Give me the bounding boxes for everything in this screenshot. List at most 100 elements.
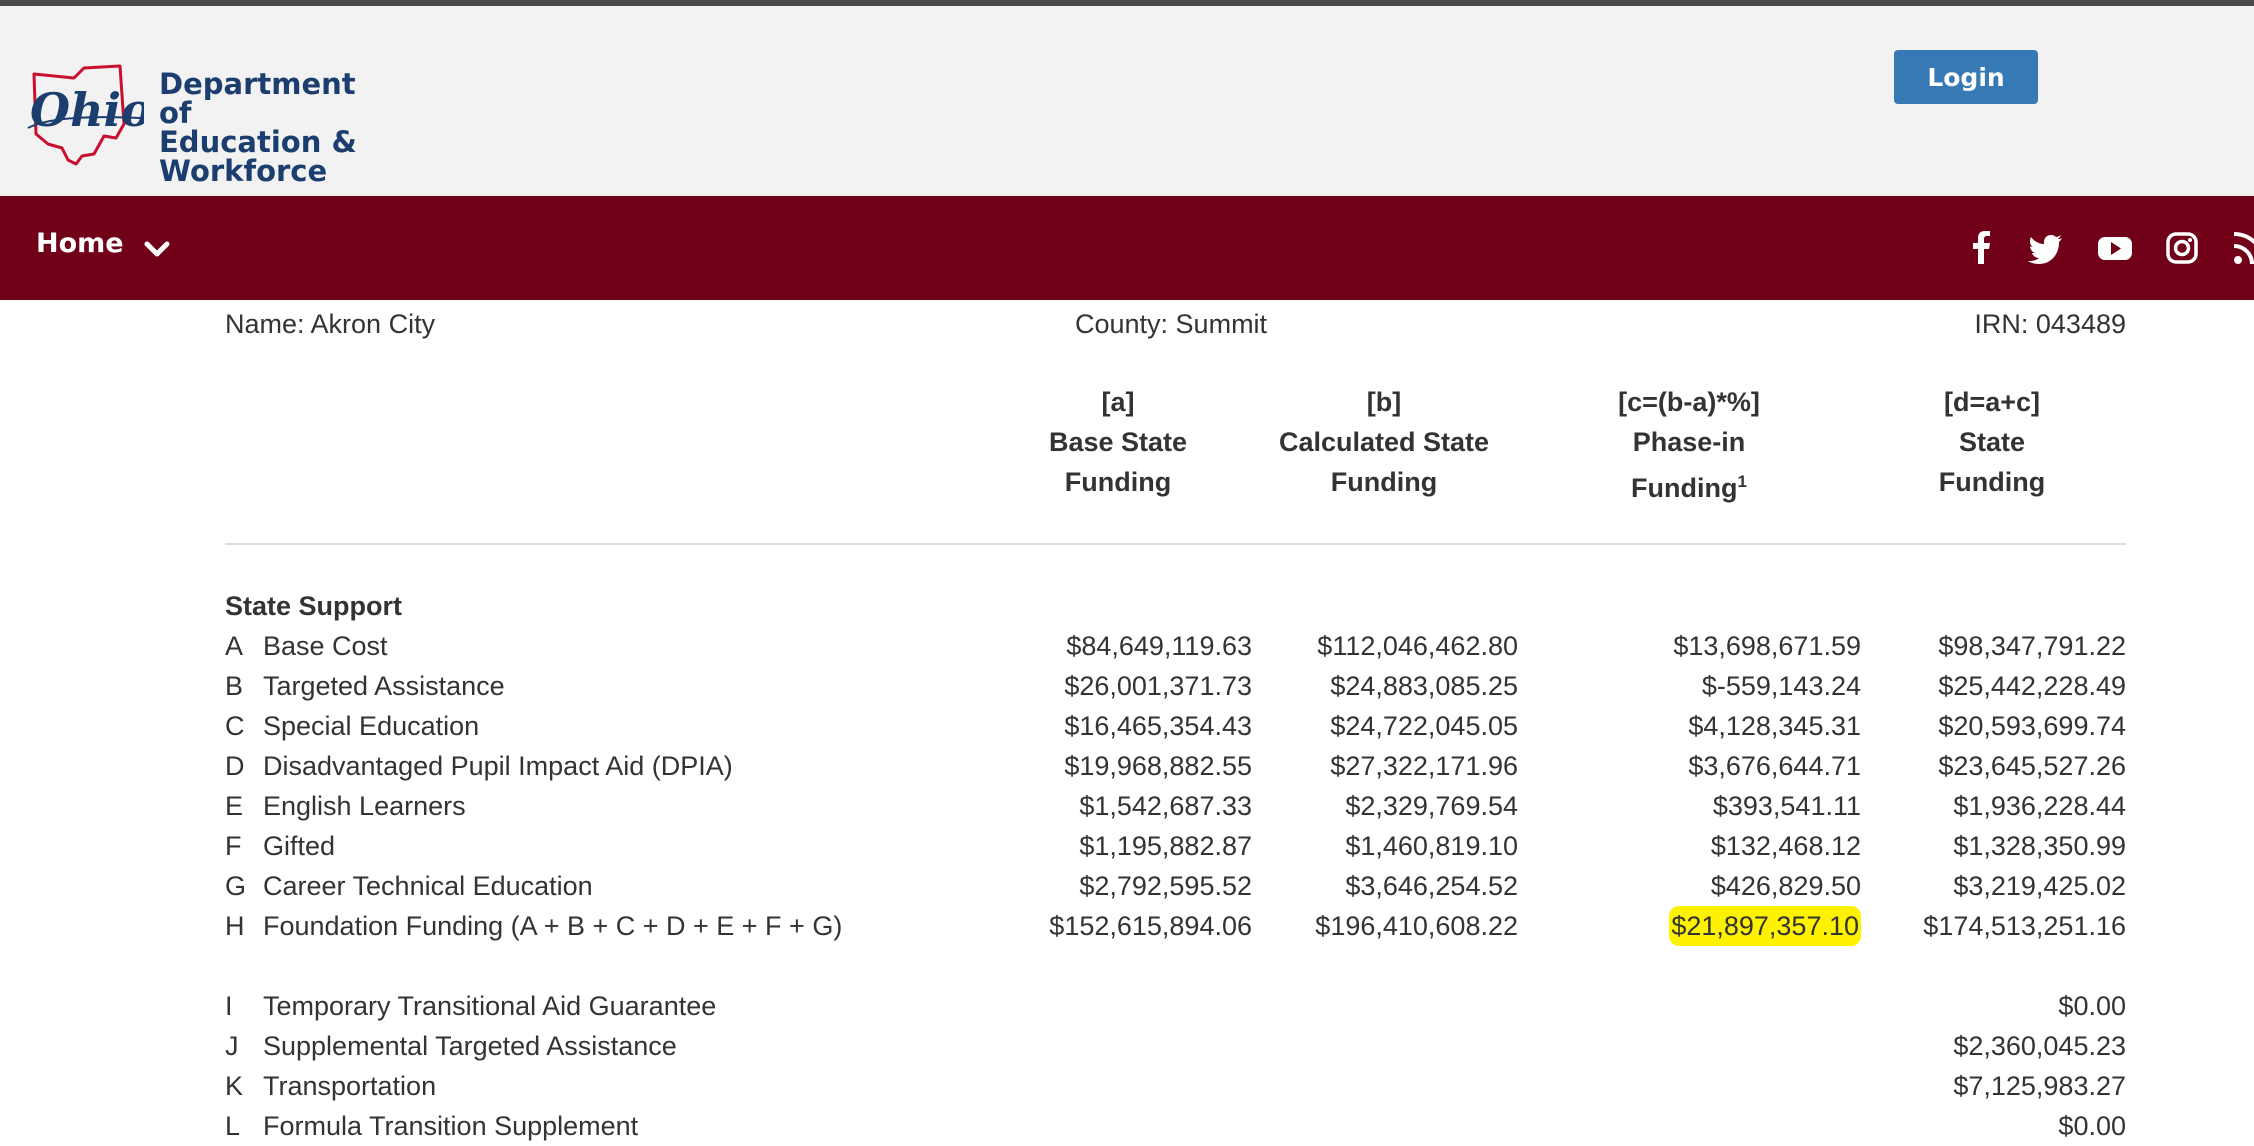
- row-label: Gifted: [263, 831, 336, 861]
- section-title: State Support: [225, 591, 403, 621]
- district-irn: IRN: 043489: [1974, 309, 2126, 339]
- column-tag: [c=(b-a)*%]: [1618, 387, 1760, 417]
- cell-calculated-state: $24,722,045.05: [1330, 711, 1518, 741]
- row-label: Base Cost: [263, 631, 388, 661]
- row-letter: H: [225, 911, 245, 941]
- row-letter: D: [225, 751, 245, 781]
- row-label: Temporary Transitional Aid Guarantee: [263, 991, 717, 1021]
- column-title: Funding: [1064, 467, 1172, 497]
- row-letter: G: [225, 871, 247, 901]
- column-title-text: Funding: [1631, 473, 1738, 503]
- nav-home-link[interactable]: Home: [36, 228, 124, 259]
- facebook-icon[interactable]: [1964, 230, 2000, 266]
- cell-state-funding: $1,936,228.44: [1953, 791, 2126, 821]
- district-name: Name: Akron City: [225, 309, 436, 339]
- cell-phase-in: $132,468.12: [1710, 831, 1861, 861]
- dept-line-1: Department of: [159, 67, 356, 130]
- row-letter: E: [225, 791, 244, 821]
- table-row: L Formula Transition Supplement $0.00: [0, 1106, 2254, 1146]
- cell-calculated-state: $3,646,254.52: [1345, 871, 1518, 901]
- twitter-icon[interactable]: [2028, 230, 2064, 266]
- cell-state-funding: $23,645,527.26: [1938, 751, 2126, 781]
- youtube-icon[interactable]: [2097, 230, 2133, 266]
- row-label: Special Education: [263, 711, 480, 741]
- cell-base-state: $26,001,371.73: [1064, 671, 1252, 701]
- dept-line-2: Education &: [159, 125, 357, 159]
- cell-state-funding: $20,593,699.74: [1938, 711, 2126, 741]
- row-label: English Learners: [263, 791, 466, 821]
- table-row: I Temporary Transitional Aid Guarantee $…: [0, 986, 2254, 1026]
- cell-state-funding: $3,219,425.02: [1953, 871, 2126, 901]
- table-row: J Supplemental Targeted Assistance $2,36…: [0, 1026, 2254, 1066]
- login-button[interactable]: Login: [1894, 50, 2038, 104]
- cell-base-state: $1,542,687.33: [1079, 791, 1252, 821]
- row-label: Foundation Funding (A + B + C + D + E + …: [263, 911, 843, 941]
- ohio-deew-logo[interactable]: Ohio Department of Education & Workforce: [24, 64, 384, 186]
- cell-state-funding: $174,513,251.16: [1923, 911, 2126, 941]
- cell-state-funding: $98,347,791.22: [1938, 631, 2126, 661]
- column-header-d: [d=a+c] State Funding: [1872, 382, 2112, 502]
- table-row: A Base Cost $84,649,119.63 $112,046,462.…: [0, 626, 2254, 666]
- cell-base-state: $84,649,119.63: [1066, 631, 1252, 661]
- cell-calculated-state: $24,883,085.25: [1330, 671, 1518, 701]
- cell-calculated-state: $112,046,462.80: [1317, 631, 1518, 661]
- table-row: F Gifted $1,195,882.87 $1,460,819.10 $13…: [0, 826, 2254, 866]
- table-row: G Career Technical Education $2,792,595.…: [0, 866, 2254, 906]
- cell-base-state: $16,465,354.43: [1064, 711, 1252, 741]
- column-header-a: [a] Base State Funding: [998, 382, 1238, 502]
- cell-state-funding: $0.00: [2058, 1111, 2126, 1141]
- cell-base-state: $2,792,595.52: [1079, 871, 1252, 901]
- row-letter: I: [225, 991, 233, 1021]
- cell-calculated-state: $196,410,608.22: [1315, 911, 1518, 941]
- rss-icon[interactable]: [2232, 230, 2254, 266]
- row-letter: B: [225, 671, 244, 701]
- row-label: Supplemental Targeted Assistance: [263, 1031, 677, 1061]
- column-title: Base State: [1048, 427, 1188, 457]
- column-title: Phase-in: [1632, 427, 1746, 457]
- cell-phase-in: $426,829.50: [1710, 871, 1861, 901]
- row-letter: C: [225, 711, 245, 741]
- main-nav: Home: [0, 196, 2254, 300]
- site-header: Ohio Department of Education & Workforce…: [0, 6, 2254, 196]
- row-letter: J: [225, 1031, 239, 1061]
- row-label: Formula Transition Supplement: [263, 1111, 639, 1141]
- column-title: Funding1: [1569, 462, 1809, 508]
- cell-calculated-state: $2,329,769.54: [1345, 791, 1518, 821]
- column-title: State: [1958, 427, 2026, 457]
- cell-state-funding: $1,328,350.99: [1953, 831, 2126, 861]
- cell-phase-in: $4,128,345.31: [1688, 711, 1861, 741]
- table-row: C Special Education $16,465,354.43 $24,7…: [0, 706, 2254, 746]
- dept-line-3: Workforce: [159, 154, 328, 188]
- cell-state-funding: $0.00: [2058, 991, 2126, 1021]
- column-title: Calculated State: [1278, 427, 1490, 457]
- cell-base-state: $19,968,882.55: [1064, 751, 1252, 781]
- table-row: K Transportation $7,125,983.27: [0, 1066, 2254, 1106]
- row-label: Disadvantaged Pupil Impact Aid (DPIA): [263, 751, 733, 781]
- cell-calculated-state: $1,460,819.10: [1345, 831, 1518, 861]
- cell-base-state: $152,615,894.06: [1049, 911, 1252, 941]
- row-letter: K: [225, 1071, 244, 1101]
- cell-phase-in: $-559,143.24: [1701, 671, 1861, 701]
- row-letter: A: [225, 631, 244, 661]
- row-label: Targeted Assistance: [263, 671, 505, 701]
- column-tag: [b]: [1366, 387, 1402, 417]
- column-tag: [a]: [1101, 387, 1135, 417]
- column-header-c: [c=(b-a)*%] Phase-in Funding1: [1569, 382, 1809, 508]
- cell-calculated-state: $27,322,171.96: [1330, 751, 1518, 781]
- column-title: Funding: [1330, 467, 1438, 497]
- cell-phase-in-highlighted: $21,897,357.10: [1669, 906, 1861, 946]
- table-row: E English Learners $1,542,687.33 $2,329,…: [0, 786, 2254, 826]
- row-label: Transportation: [263, 1071, 437, 1101]
- cell-base-state: $1,195,882.87: [1079, 831, 1252, 861]
- column-tag: [d=a+c]: [1943, 387, 2041, 417]
- row-label: Career Technical Education: [263, 871, 593, 901]
- row-letter: L: [225, 1111, 241, 1141]
- footnote-marker[interactable]: 1: [1738, 472, 1747, 491]
- district-county: County: Summit: [1075, 309, 1268, 339]
- cell-phase-in: $3,676,644.71: [1688, 751, 1861, 781]
- row-letter: F: [225, 831, 242, 861]
- instagram-icon[interactable]: [2164, 230, 2200, 266]
- cell-state-funding: $7,125,983.27: [1953, 1071, 2126, 1101]
- svg-text:Ohio: Ohio: [30, 83, 144, 137]
- chevron-down-icon[interactable]: [140, 232, 174, 266]
